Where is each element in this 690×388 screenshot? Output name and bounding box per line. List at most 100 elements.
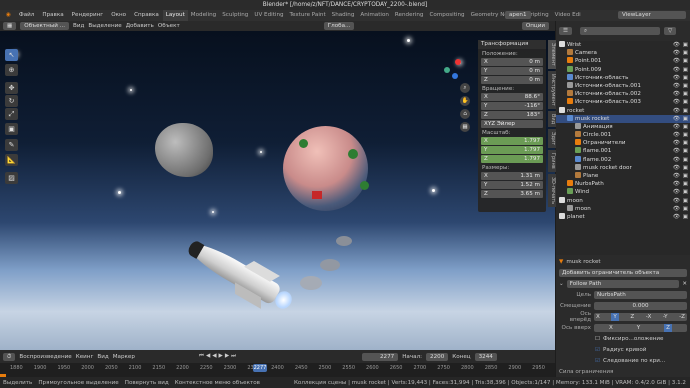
visibility-eye-icon[interactable]: 👁 (673, 205, 680, 213)
location-y-field[interactable]: Y0 m (481, 67, 543, 75)
outliner-row[interactable]: moon 👁 ▣ (556, 196, 690, 205)
outliner-row[interactable]: rocket 👁 ▣ (556, 106, 690, 115)
playback-menu[interactable]: Воспроизведение (19, 354, 71, 360)
rotation-z-field[interactable]: Z 183° (481, 111, 543, 119)
visibility-eye-icon[interactable]: 👁 (673, 180, 680, 188)
transform-panel-title[interactable]: Трансформация (478, 40, 546, 49)
render-camera-icon[interactable]: ▣ (683, 107, 688, 115)
render-camera-icon[interactable]: ▣ (683, 66, 688, 74)
navigation-gizmo[interactable] (440, 57, 468, 85)
current-frame-field[interactable]: 2277 (362, 352, 399, 361)
render-camera-icon[interactable]: ▣ (683, 164, 688, 172)
outliner-row[interactable]: Plane 👁 ▣ (556, 172, 690, 180)
frame-cursor[interactable]: 2277 (253, 364, 267, 372)
render-camera-icon[interactable]: ▣ (683, 74, 688, 82)
tab-edit[interactable]: Эдит (548, 128, 556, 148)
render-camera-icon[interactable]: ▣ (683, 188, 688, 196)
tab-sculpting[interactable]: Sculpting (219, 10, 251, 21)
viewlayer-selector[interactable]: ViewLayer (618, 11, 686, 19)
orientation-selector[interactable]: Глоба... (323, 22, 355, 30)
visibility-eye-icon[interactable]: 👁 (673, 213, 680, 221)
outliner-editor-type[interactable]: ☰ (559, 27, 573, 35)
menu-window[interactable]: Окно (107, 10, 130, 21)
visibility-eye-icon[interactable]: 👁 (673, 197, 680, 205)
pan-icon[interactable]: ✋ (460, 96, 470, 106)
add-constraint-dropdown[interactable]: Добавить ограничитель объекта (559, 268, 687, 277)
scale-y-field[interactable]: Y 1.797 (481, 146, 543, 154)
visibility-eye-icon[interactable]: 👁 (673, 66, 680, 74)
outliner-row[interactable]: musk rocket door 👁 ▣ (556, 163, 690, 172)
visibility-eye-icon[interactable]: 👁 (673, 123, 680, 131)
editor-type-button[interactable]: ▦ (3, 22, 17, 30)
timeline-view-menu[interactable]: Вид (97, 354, 108, 360)
visibility-eye-icon[interactable]: 👁 (673, 57, 680, 65)
view-menu[interactable]: Вид (73, 23, 84, 29)
visibility-eye-icon[interactable]: 👁 (673, 115, 680, 123)
visibility-eye-icon[interactable]: 👁 (673, 188, 680, 196)
outliner-row[interactable]: Источник-область.002 👁 ▣ (556, 90, 690, 98)
tab-rendering[interactable]: Rendering (392, 10, 427, 21)
visibility-eye-icon[interactable]: 👁 (673, 98, 680, 106)
measure-tool[interactable]: 📐 (5, 154, 18, 166)
outliner-row[interactable]: Camera 👁 ▣ (556, 49, 690, 57)
outliner-row[interactable]: Источник-область 👁 ▣ (556, 73, 690, 82)
3d-viewport[interactable]: ↖ ⊕ ✥ ↻ ⤢ ▣ ✎ 📐 ▨ ⌕ ✋ ⌂ ▦ (0, 31, 555, 350)
visibility-eye-icon[interactable]: 👁 (673, 82, 680, 90)
outliner-row[interactable]: musk rocket 👁 ▣ (556, 114, 690, 123)
target-field[interactable]: NurbsPath (594, 290, 687, 299)
render-camera-icon[interactable]: ▣ (683, 180, 688, 188)
render-camera-icon[interactable]: ▣ (683, 49, 688, 57)
scale-tool[interactable]: ⤢ (5, 108, 18, 120)
fixed-position-checkbox[interactable]: ☐ Фиксиро...оложение (559, 334, 687, 343)
tab-uv-editing[interactable]: UV Editing (251, 10, 286, 21)
outliner-row[interactable]: Point.009 👁 ▣ (556, 65, 690, 74)
render-camera-icon[interactable]: ▣ (683, 139, 688, 147)
tab-view[interactable]: Вид (548, 110, 556, 127)
render-camera-icon[interactable]: ▣ (683, 82, 688, 90)
visibility-eye-icon[interactable]: 👁 (673, 41, 680, 49)
scale-x-field[interactable]: X 1.797 (481, 137, 543, 145)
render-camera-icon[interactable]: ▣ (683, 123, 688, 131)
render-camera-icon[interactable]: ▣ (683, 205, 688, 213)
rotate-tool[interactable]: ↻ (5, 95, 18, 107)
render-camera-icon[interactable]: ▣ (683, 172, 688, 180)
outliner-row[interactable]: Ограничители 👁 ▣ (556, 139, 690, 147)
filter-icon[interactable]: ▽ (664, 27, 677, 35)
outliner-row[interactable]: Источник-область.003 👁 ▣ (556, 98, 690, 106)
tab-layout[interactable]: Layout (162, 10, 188, 21)
menu-edit[interactable]: Правка (38, 10, 67, 21)
scene-selector[interactable]: apen1 (505, 11, 531, 19)
menu-render[interactable]: Рендеринг (68, 10, 108, 21)
zoom-icon[interactable]: ⌕ (460, 83, 470, 93)
annotate-tool[interactable]: ✎ (5, 139, 18, 151)
outliner-row[interactable]: NurbsPath 👁 ▣ (556, 180, 690, 188)
scale-z-field[interactable]: Z 1.797 (481, 155, 543, 163)
visibility-eye-icon[interactable]: 👁 (673, 139, 680, 147)
render-camera-icon[interactable]: ▣ (683, 131, 688, 139)
select-menu[interactable]: Выделение (88, 23, 121, 29)
asteroid[interactable] (155, 123, 213, 177)
transform-tool[interactable]: ▣ (5, 123, 18, 135)
timeline-ruler[interactable]: 1880 1900 1950 2000 2050 2100 2150 2200 2250 2300… (0, 363, 555, 377)
planet[interactable] (283, 126, 368, 211)
add-menu[interactable]: Добавить (126, 23, 154, 29)
visibility-eye-icon[interactable]: 👁 (673, 147, 680, 155)
render-camera-icon[interactable]: ▣ (683, 156, 688, 164)
playback-controls[interactable]: ⏮◀◀▶▶⏭ (199, 353, 238, 360)
constraint-name-field[interactable]: Follow Path (566, 279, 680, 288)
tab-tool[interactable]: Инструмент (548, 70, 556, 109)
follow-curve-checkbox[interactable]: ☑ Следование по кри... (559, 356, 687, 365)
outliner-tree[interactable]: Wrist 👁 ▣ Camera 👁 ▣ Point.001 👁 ▣ Point.009 👁 ▣ Ист… (556, 41, 690, 255)
outliner-row[interactable]: Источник-область.001 👁 ▣ (556, 81, 690, 90)
camera-view-icon[interactable]: ⌂ (460, 109, 470, 119)
visibility-eye-icon[interactable]: 👁 (673, 156, 680, 164)
render-camera-icon[interactable]: ▣ (683, 57, 688, 65)
rotation-x-field[interactable]: X 88.6° (481, 93, 543, 101)
add-cube-tool[interactable]: ▨ (5, 172, 18, 184)
outliner-row[interactable]: planet 👁 ▣ (556, 212, 690, 221)
render-camera-icon[interactable]: ▣ (683, 197, 688, 205)
render-camera-icon[interactable]: ▣ (683, 115, 688, 123)
tab-modeling[interactable]: Modeling (188, 10, 219, 21)
marker-menu[interactable]: Маркер (113, 354, 135, 360)
dimensions-x-field[interactable]: X 1.31 m (481, 172, 543, 180)
